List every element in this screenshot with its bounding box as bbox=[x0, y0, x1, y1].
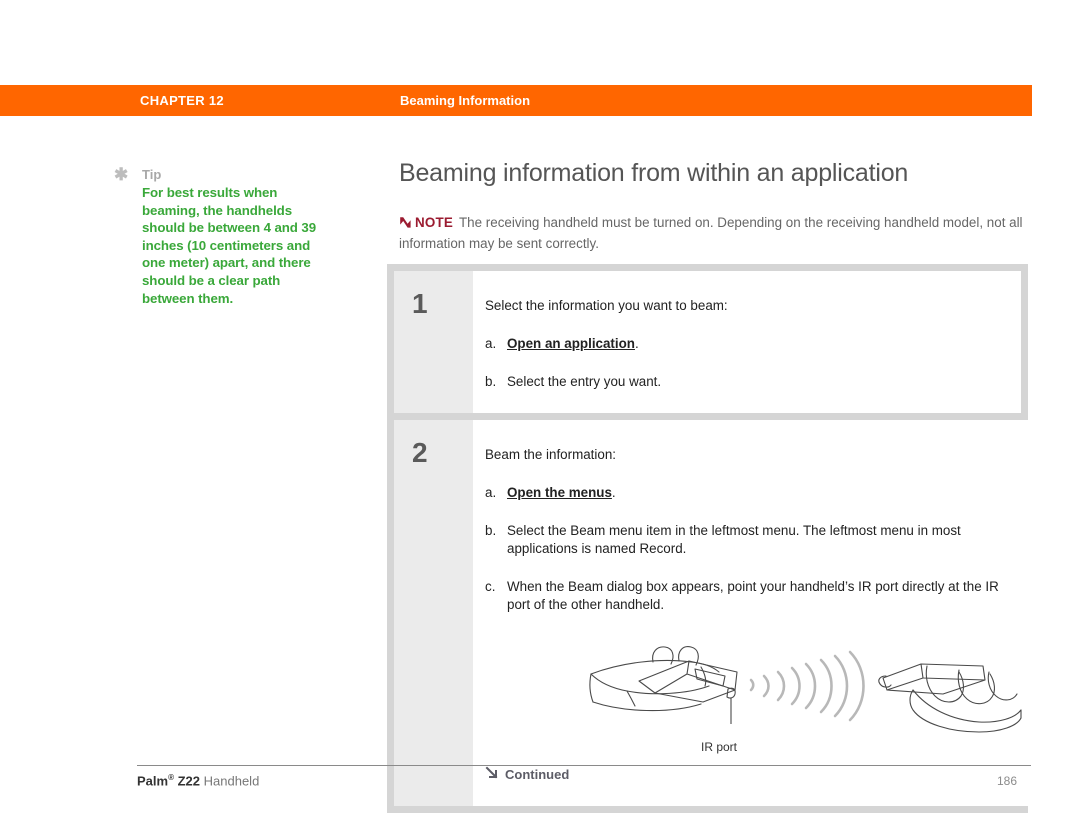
continued-marker: Continued bbox=[485, 766, 1023, 784]
step-item: 2 Beam the information: a. Open the menu… bbox=[394, 420, 1035, 806]
chapter-topic: Beaming Information bbox=[400, 93, 531, 108]
note-label: NOTE bbox=[415, 215, 453, 230]
substep-marker: b. bbox=[485, 523, 497, 538]
substep-tail: . bbox=[634, 336, 639, 351]
footer-brand: Palm bbox=[137, 773, 169, 789]
step-lead-text: Select the information you want to beam: bbox=[485, 298, 728, 313]
continued-label: Continued bbox=[505, 767, 570, 782]
step-body: Select the information you want to beam:… bbox=[473, 271, 1021, 413]
steps-panel: 1 Select the information you want to bea… bbox=[387, 264, 1035, 813]
substep-item: a. Open the menus. bbox=[485, 484, 1023, 502]
footer-product-type: Handheld bbox=[203, 773, 260, 789]
note-text: The receiving handheld must be turned on… bbox=[399, 215, 1023, 251]
substep-item: a. Open an application. bbox=[485, 335, 1009, 353]
beaming-illustration: IR port bbox=[583, 636, 1023, 756]
page-number: 186 bbox=[997, 774, 1018, 788]
chapter-label: CHAPTER 12 bbox=[140, 93, 224, 108]
substep-text: Open an application. bbox=[507, 335, 1009, 353]
arrow-down-right-icon bbox=[485, 766, 498, 784]
chapter-header-bar: CHAPTER 12 Beaming Information bbox=[0, 85, 1032, 116]
tip-block: ✱ Tip For best results when beaming, the… bbox=[114, 165, 329, 307]
substep-tail: . bbox=[611, 485, 616, 500]
footer-divider bbox=[137, 765, 1031, 766]
substep-text: Select the Beam menu item in the leftmos… bbox=[507, 523, 961, 556]
footer-model: Z22 bbox=[177, 773, 201, 789]
tip-header: ✱ Tip bbox=[114, 165, 329, 184]
substep-item: c. When the Beam dialog box appears, poi… bbox=[485, 578, 1023, 614]
asterisk-icon: ✱ bbox=[114, 165, 129, 184]
substep-item: b. Select the entry you want. bbox=[485, 373, 1009, 391]
substep-text: Select the entry you want. bbox=[507, 374, 662, 389]
step-body: Beam the information: a. Open the menus.… bbox=[473, 420, 1035, 806]
footer-product: Palm® Z22 Handheld bbox=[137, 773, 259, 788]
substep-text: Open the menus. bbox=[507, 484, 1023, 502]
note-callout: NOTE The receiving handheld must be turne… bbox=[399, 214, 1029, 253]
step-lead-text: Beam the information: bbox=[485, 447, 616, 462]
substep-marker: b. bbox=[485, 374, 497, 389]
substep-text: When the Beam dialog box appears, point … bbox=[507, 579, 999, 612]
substep-item: b. Select the Beam menu item in the left… bbox=[485, 522, 1023, 558]
tip-title: Tip bbox=[142, 167, 162, 182]
registered-mark-icon: ® bbox=[168, 773, 174, 782]
step-number: 2 bbox=[394, 420, 473, 806]
substep-marker: a. bbox=[485, 336, 497, 351]
note-arrow-icon bbox=[399, 216, 412, 235]
substep-marker: a. bbox=[485, 485, 497, 500]
step-number: 1 bbox=[394, 271, 473, 413]
main-content: Beaming information from within an appli… bbox=[399, 158, 1031, 267]
substep-action-link[interactable]: Open an application bbox=[507, 336, 635, 351]
step-item: 1 Select the information you want to bea… bbox=[394, 271, 1021, 413]
substep-action-link[interactable]: Open the menus bbox=[507, 485, 612, 500]
tip-body-text: For best results when beaming, the handh… bbox=[142, 185, 316, 306]
substep-marker: c. bbox=[485, 579, 496, 594]
page-title: Beaming information from within an appli… bbox=[399, 159, 909, 187]
